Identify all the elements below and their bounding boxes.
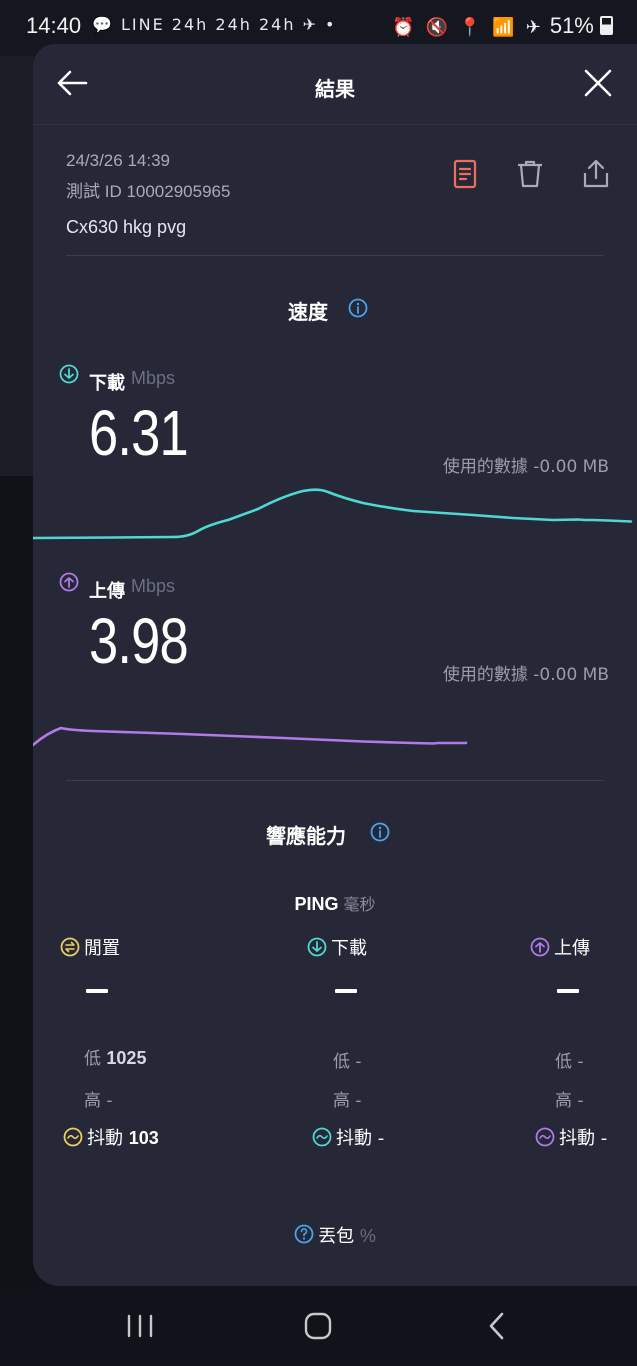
download-graph — [33, 488, 633, 540]
test-name: Cx630 hkg pvg — [66, 217, 187, 237]
background-app — [0, 56, 34, 476]
download-value: 6.31 — [89, 397, 189, 469]
upload-arrow-icon — [530, 937, 550, 957]
jitter-icon — [535, 1127, 555, 1147]
sheet-header: 結果 — [33, 44, 637, 125]
packet-loss: 丟包 % — [33, 1222, 637, 1248]
status-time: 14:40 — [26, 13, 82, 38]
battery-level: 51% — [549, 13, 594, 38]
result-sheet: 結果 24/3/26 14:39 測試 ID 10002905965 Cx630… — [33, 44, 637, 1286]
status-right: ⏰ 🔇 📍 📶 ✈ 51% — [392, 13, 613, 39]
system-icons: ⏰ 🔇 📍 📶 ✈ — [392, 17, 544, 37]
ping-unit: 毫秒 — [343, 895, 376, 914]
ping-download-header: 下載 — [307, 934, 367, 960]
page-title: 結果 — [315, 77, 355, 101]
upload-graph — [33, 726, 468, 747]
share-icon[interactable] — [581, 158, 611, 190]
download-arrow-icon — [307, 937, 327, 957]
divider — [66, 255, 604, 256]
download-high: 高 - — [333, 1091, 362, 1111]
divider — [66, 780, 604, 781]
download-unit: Mbps — [131, 368, 176, 388]
upload-unit: Mbps — [131, 576, 176, 596]
test-id: 測試 ID 10002905965 — [66, 182, 231, 201]
download-label: 下載 — [89, 373, 125, 394]
upload-high: 高 - — [555, 1091, 584, 1111]
upload-jitter: 抖動 - — [535, 1124, 607, 1150]
download-graph-line — [33, 488, 633, 540]
info-icon[interactable] — [370, 822, 390, 842]
test-date: 24/3/26 14:39 — [66, 151, 170, 170]
idle-jitter: 抖動 103 — [63, 1124, 159, 1150]
ping-upload-header: 上傳 — [530, 934, 590, 960]
upload-ping-value — [557, 989, 579, 993]
download-low: 低 - — [333, 1052, 362, 1072]
battery-icon — [600, 16, 613, 35]
trash-icon[interactable] — [515, 158, 545, 190]
download-jitter: 抖動 - — [312, 1124, 384, 1150]
document-icon[interactable] — [450, 158, 480, 190]
home-icon[interactable] — [298, 1308, 338, 1344]
help-icon[interactable] — [294, 1224, 314, 1244]
recent-apps-icon[interactable] — [120, 1308, 160, 1344]
ping-title: PING 毫秒 — [33, 891, 637, 915]
upload-arrow-icon — [59, 572, 79, 592]
upload-ping-label: 上傳 — [554, 938, 590, 959]
idle-high: 高 - — [84, 1091, 113, 1111]
back-icon[interactable] — [478, 1308, 518, 1344]
jitter-icon — [312, 1127, 332, 1147]
upload-data-used: 使用的數據 -0.00 MB — [442, 665, 609, 685]
ping-idle-header: 閒置 — [60, 934, 120, 960]
info-icon[interactable] — [348, 298, 368, 318]
download-arrow-icon — [59, 364, 79, 384]
speed-title: 速度 — [288, 300, 328, 324]
upload-low: 低 - — [555, 1052, 584, 1072]
idle-icon — [60, 937, 80, 957]
navigation-bar — [0, 1286, 637, 1366]
idle-ping-value — [86, 989, 108, 993]
idle-label: 閒置 — [84, 938, 120, 959]
idle-low: 低 1025 — [84, 1048, 147, 1069]
jitter-icon — [63, 1127, 83, 1147]
ping-label: PING — [294, 894, 339, 914]
notification-icons: 💬 LINE 24h 24h 24h ✈ • — [92, 15, 337, 34]
download-ping-label: 下載 — [331, 938, 367, 959]
download-ping-value — [335, 989, 357, 993]
close-icon[interactable] — [581, 66, 615, 100]
packet-loss-unit: % — [359, 1226, 376, 1246]
packet-loss-label: 丟包 — [318, 1226, 355, 1247]
upload-graph-line — [33, 726, 468, 747]
upload-value: 3.98 — [89, 605, 189, 677]
upload-label: 上傳 — [89, 581, 125, 602]
responsiveness-title: 響應能力 — [266, 824, 346, 848]
